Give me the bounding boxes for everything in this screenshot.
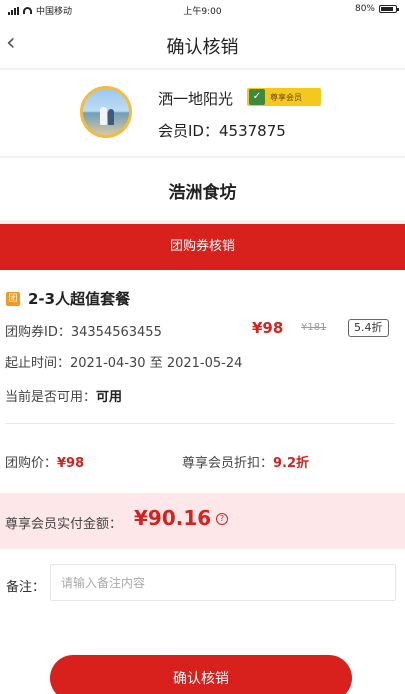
member-name: 洒一地阳光: [158, 90, 234, 108]
group-price-row: 团购价：¥98: [5, 452, 84, 471]
status-right: 80%: [354, 4, 399, 14]
member-id-value: 4537875: [218, 122, 286, 140]
member-card: 洒一地阳光 ✓ 尊享会员 会员ID：4537875: [0, 70, 405, 156]
discount-tag: 5.4折: [348, 319, 389, 337]
usable-label: 当前是否可用：: [5, 390, 97, 405]
coupon-price: ¥98: [252, 319, 284, 337]
group-buy-icon: 团: [6, 291, 20, 306]
badge-label: 尊享会员: [270, 92, 302, 102]
date-row: 起止时间：2021-04-30 至 2021-05-24: [5, 352, 242, 371]
remark-input[interactable]: [50, 564, 396, 601]
payment-bar: 尊享会员实付金额： ¥90.16 ?: [0, 493, 405, 549]
divider: [5, 423, 395, 424]
page-title: 确认核销: [166, 37, 239, 58]
avatar: [80, 86, 132, 138]
remark-label: 备注：: [6, 580, 46, 595]
member-id: 会员ID：4537875: [158, 120, 286, 141]
help-icon[interactable]: ?: [216, 513, 228, 525]
battery-icon: [379, 5, 399, 13]
vip-badge: ✓ 尊享会员: [247, 88, 321, 106]
group-price-value: ¥98: [57, 456, 85, 471]
usable-row: 当前是否可用：可用: [5, 386, 122, 405]
payment-label: 尊享会员实付金额：: [5, 517, 123, 532]
confirm-button[interactable]: 确认核销: [50, 655, 352, 694]
nav-bar: ‹ 确认核销: [0, 20, 405, 68]
member-discount-value: 9.2折: [273, 456, 310, 471]
coupon-id-row: 团购券ID：34354563455: [5, 321, 162, 340]
member-discount-row: 尊享会员折扣：9.2折: [182, 452, 309, 471]
usable-value: 可用: [96, 390, 123, 405]
date-label: 起止时间：: [5, 356, 71, 371]
package-name: 2-3人超值套餐: [28, 290, 131, 308]
section-title-bar: 团购券核销: [0, 224, 405, 270]
coupon-id-label: 团购券ID：: [5, 325, 71, 340]
date-range: 2021-04-30 至 2021-05-24: [70, 356, 243, 371]
battery-percent: 80%: [354, 4, 375, 14]
shield-icon: ✓: [249, 89, 265, 105]
payment-amount: ¥90.16: [134, 506, 212, 530]
package-header: 团 2-3人超值套餐: [6, 288, 130, 309]
original-price: ¥181: [301, 322, 327, 333]
coupon-id-value: 34354563455: [70, 325, 162, 340]
member-id-label: 会员ID：: [158, 122, 219, 140]
status-bar: 中国移动 上午9:00 80%: [0, 0, 405, 20]
member-discount-label: 尊享会员折扣：: [182, 456, 274, 471]
shop-name: 浩洲食坊: [0, 158, 405, 220]
status-time: 上午9:00: [183, 7, 222, 17]
coupon-card: 团 2-3人超值套餐 团购券ID：34354563455 ¥98 ¥181 5.…: [0, 270, 405, 694]
group-price-label: 团购价：: [5, 456, 58, 471]
